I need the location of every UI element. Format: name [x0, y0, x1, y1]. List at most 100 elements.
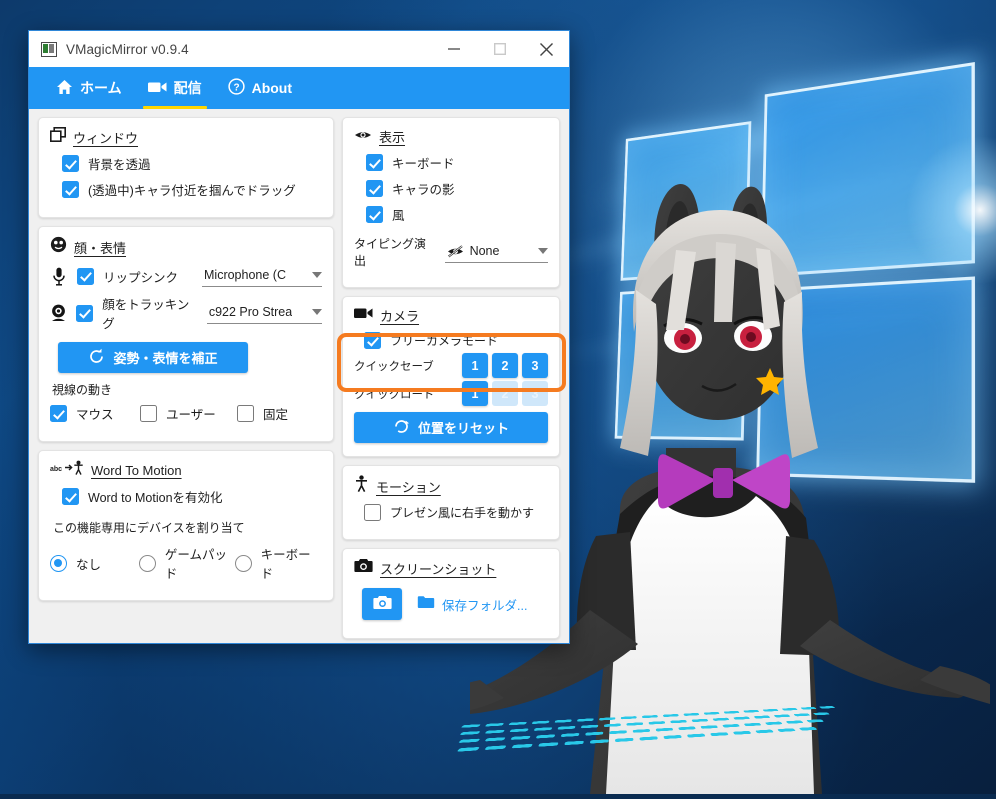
lipsync-checkbox[interactable]	[77, 267, 94, 285]
display-keyboard-checkbox[interactable]	[366, 154, 383, 171]
reset-position-label: 位置をリセット	[417, 421, 509, 436]
gaze-option-mouse[interactable]: マウス	[50, 404, 140, 423]
quick-save-slot-1[interactable]: 1	[462, 353, 488, 378]
quick-load-label: クイックロード	[354, 388, 435, 401]
face-icon	[50, 236, 67, 258]
open-folder-link[interactable]: 保存フォルダ...	[417, 595, 527, 614]
folder-icon	[417, 595, 435, 614]
display-keyboard-label: キーボード	[392, 157, 455, 171]
calibrate-button[interactable]: 姿勢・表情を補正	[58, 342, 248, 373]
camera-device-dropdown[interactable]: c922 Pro Strea	[206, 302, 322, 324]
drag-character-label: (透過中)キャラ付近を掴んでドラッグ	[88, 184, 296, 198]
lipsync-label: リップシンク	[103, 270, 179, 285]
title-bar: VMagicMirror v0.9.4	[29, 31, 569, 67]
open-folder-label: 保存フォルダ...	[442, 598, 528, 613]
minimize-button[interactable]	[431, 31, 477, 67]
camera-icon	[354, 558, 373, 578]
drag-character-checkbox[interactable]	[62, 181, 79, 198]
device-keyboard-label: キーボード	[260, 548, 311, 581]
device-none-radio[interactable]	[50, 554, 67, 572]
quick-save-row: クイックセーブ 1 2 3	[354, 353, 548, 378]
checkbox-row-drag-character[interactable]: (透過中)キャラ付近を掴んでドラッグ	[62, 180, 322, 199]
close-button[interactable]	[523, 31, 569, 67]
right-column: 表示 キーボード キャラの影 風 タイピング演出 None カメラ フリーカメラ…	[337, 117, 566, 643]
left-column: ウィンドウ 背景を透過 (透過中)キャラ付近を掴んでドラッグ 顔・表情 リップシ…	[38, 117, 334, 643]
camera-device-value: c922 Pro Strea	[208, 305, 293, 319]
device-option-none[interactable]: なし	[50, 554, 139, 573]
quick-save-slot-2[interactable]: 2	[492, 353, 518, 378]
calibrate-button-label: 姿勢・表情を補正	[113, 351, 218, 366]
device-keyboard-radio[interactable]	[234, 554, 252, 572]
question-circle-icon: ?	[227, 78, 245, 98]
microphone-device-value: Microphone (C	[204, 268, 286, 282]
chevron-down-icon	[538, 248, 548, 254]
window-icon	[50, 127, 66, 147]
tab-home-label: ホーム	[80, 80, 122, 96]
word-to-motion-card: abc Word To Motion Word to Motionを有効化 この…	[38, 450, 334, 601]
vmagicmirror-window: VMagicMirror v0.9.4 ホーム 配信 ? About ウィンドウ…	[28, 30, 570, 644]
eye-icon	[354, 128, 372, 146]
gaze-mouse-label: マウス	[76, 408, 114, 422]
home-icon	[56, 79, 73, 98]
device-gamepad-radio[interactable]	[138, 554, 156, 572]
display-wind-checkbox[interactable]	[366, 206, 383, 223]
take-screenshot-button[interactable]	[362, 588, 402, 620]
reset-position-button[interactable]: 位置をリセット	[354, 412, 548, 443]
display-card-title: 表示	[379, 130, 406, 145]
display-keyboard-row[interactable]: キーボード	[366, 153, 548, 172]
quick-save-label: クイックセーブ	[354, 360, 434, 373]
quick-save-slot-3[interactable]: 3	[522, 353, 548, 378]
display-shadow-row[interactable]: キャラの影	[366, 179, 548, 198]
display-wind-row[interactable]: 風	[366, 205, 548, 224]
gaze-user-checkbox[interactable]	[140, 405, 157, 422]
screenshot-card: スクリーンショット 保存フォルダ...	[342, 548, 560, 639]
word-to-motion-enable-row[interactable]: Word to Motionを有効化	[62, 487, 322, 506]
presentation-motion-checkbox[interactable]	[364, 504, 381, 521]
tab-home[interactable]: ホーム	[43, 67, 135, 109]
person-icon	[354, 475, 369, 497]
gaze-option-fixed[interactable]: 固定	[237, 404, 288, 423]
word-to-motion-enable-checkbox[interactable]	[62, 488, 79, 505]
word-to-motion-icon: abc	[50, 460, 84, 480]
lipsync-row: リップシンク Microphone (C	[50, 265, 322, 287]
transparent-bg-checkbox[interactable]	[62, 155, 79, 172]
typing-effect-dropdown[interactable]: None	[444, 241, 548, 263]
camera-icon	[372, 595, 392, 613]
gaze-fixed-checkbox[interactable]	[237, 405, 254, 422]
facetracking-checkbox[interactable]	[76, 304, 94, 322]
device-option-gamepad[interactable]: ゲームパッド	[138, 544, 235, 582]
video-camera-icon	[354, 306, 373, 325]
gaze-option-user[interactable]: ユーザー	[140, 404, 237, 423]
tab-active-underline	[142, 106, 207, 109]
microphone-icon	[50, 267, 68, 286]
camera-settings-card: カメラ フリーカメラモード クイックセーブ 1 2 3 クイックロード 1 2 …	[337, 296, 566, 457]
typing-effect-label: タイピング演出	[354, 237, 427, 268]
quick-load-slot-1[interactable]: 1	[462, 381, 488, 406]
device-gamepad-label: ゲームパッド	[164, 548, 227, 581]
device-option-keyboard[interactable]: キーボード	[234, 544, 322, 582]
free-camera-checkbox[interactable]	[364, 332, 381, 349]
facetracking-row: 顔をトラッキング c922 Pro Strea	[50, 294, 322, 332]
microphone-device-dropdown[interactable]: Microphone (C	[202, 265, 322, 287]
free-camera-row[interactable]: フリーカメラモード	[364, 332, 548, 349]
svg-text:?: ?	[233, 82, 239, 93]
face-settings-card: 顔・表情 リップシンク Microphone (C 顔をトラッキング c922 …	[38, 226, 334, 442]
device-assign-label: この機能専用にデバイスを割り当て	[53, 521, 245, 535]
free-camera-label: フリーカメラモード	[390, 334, 499, 348]
tab-streaming[interactable]: 配信	[135, 67, 215, 109]
window-settings-card: ウィンドウ 背景を透過 (透過中)キャラ付近を掴んでドラッグ	[38, 117, 334, 218]
refresh-icon	[393, 418, 410, 438]
presentation-motion-row[interactable]: プレゼン風に右手を動かす	[364, 504, 548, 521]
gaze-section-label: 視線の動き	[52, 383, 113, 397]
display-wind-label: 風	[392, 209, 405, 223]
face-card-title: 顔・表情	[74, 240, 127, 256]
display-shadow-checkbox[interactable]	[366, 180, 383, 197]
window-controls	[431, 31, 569, 67]
checkbox-row-transparent-bg[interactable]: 背景を透過	[62, 154, 322, 173]
gaze-mouse-checkbox[interactable]	[50, 405, 67, 422]
maximize-button[interactable]	[477, 31, 523, 67]
tab-about[interactable]: ? About	[215, 67, 305, 109]
presentation-motion-label: プレゼン風に右手を動かす	[390, 506, 535, 520]
gaze-user-label: ユーザー	[166, 408, 216, 422]
gaze-fixed-label: 固定	[263, 408, 289, 422]
